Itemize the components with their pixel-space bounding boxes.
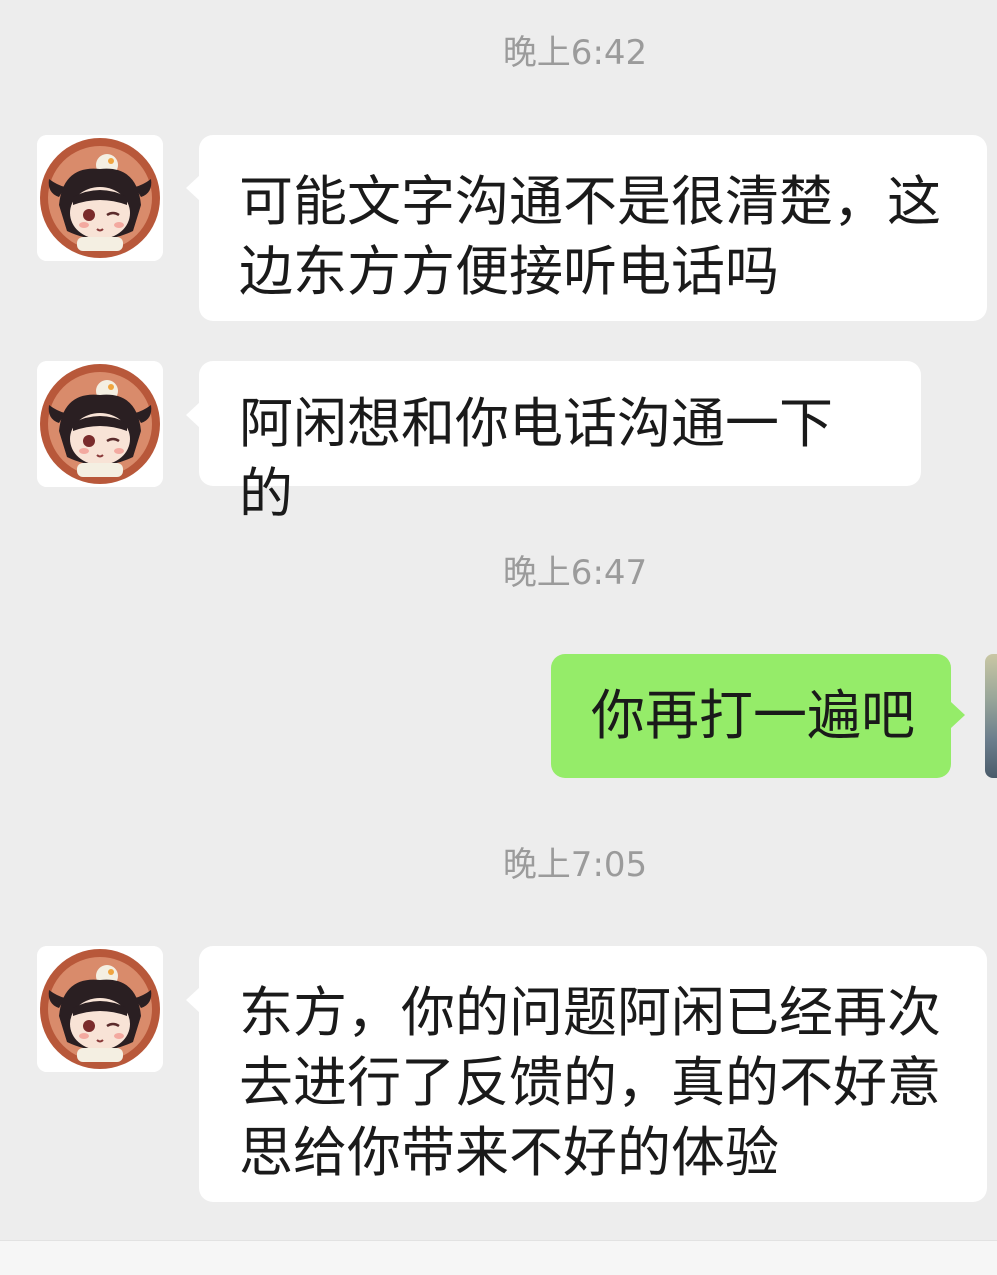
anime-girl-avatar-icon — [37, 135, 163, 261]
message-bubble[interactable]: 阿闲想和你电话沟通一下的 — [199, 361, 921, 525]
timestamp: 晚上6:42 — [502, 33, 648, 73]
chat-area[interactable]: 晚上6:42 可能文字沟通不是很清楚，这边东方方便接听电话吗 阿闲想和你电话沟通… — [0, 0, 997, 1275]
anime-girl-avatar-icon — [37, 361, 163, 487]
timestamp: 晚上6:47 — [502, 553, 648, 593]
bubble-tail — [186, 175, 200, 201]
self-avatar[interactable] — [985, 654, 997, 778]
timestamp: 晚上7:05 — [502, 845, 648, 885]
message-bubble-outgoing[interactable]: 你再打一遍吧 — [551, 654, 951, 778]
input-bar-edge — [0, 1240, 997, 1275]
anime-girl-avatar-icon — [37, 946, 163, 1072]
message-bubble[interactable]: 可能文字沟通不是很清楚，这边东方方便接听电话吗 — [199, 135, 987, 321]
bubble-tail — [951, 702, 965, 728]
contact-avatar[interactable] — [37, 946, 163, 1072]
message-bubble[interactable]: 东方，你的问题阿闲已经再次去进行了反馈的，真的不好意思给你带来不好的体验 — [199, 946, 987, 1202]
contact-avatar[interactable] — [37, 361, 163, 487]
bubble-tail — [186, 987, 200, 1013]
bubble-tail — [186, 402, 200, 428]
contact-avatar[interactable] — [37, 135, 163, 261]
